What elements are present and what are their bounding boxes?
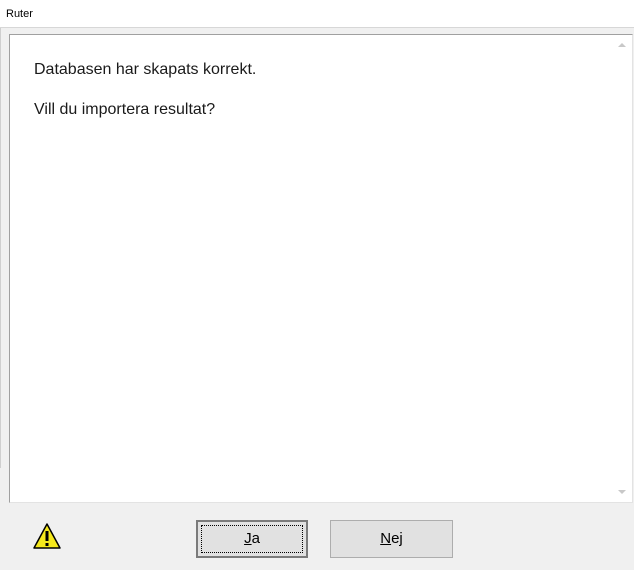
vertical-scrollbar[interactable] bbox=[615, 35, 632, 502]
yes-button-label: Ja bbox=[244, 530, 260, 547]
warning-icon bbox=[33, 523, 61, 549]
no-button[interactable]: Nej bbox=[330, 520, 453, 558]
chevron-up-icon[interactable] bbox=[618, 43, 626, 47]
no-button-label: Nej bbox=[380, 530, 403, 547]
message-dialog: Ruter Databasen har skapats korrekt. Vil… bbox=[0, 0, 634, 570]
message-text-area[interactable]: Databasen har skapats korrekt. Vill du i… bbox=[9, 34, 633, 503]
no-accelerator: N bbox=[380, 530, 392, 547]
yes-accelerator: J bbox=[244, 530, 252, 547]
yes-label-rest: a bbox=[251, 530, 260, 547]
window-left-edge bbox=[0, 28, 1, 468]
message-line-2: Vill du importera resultat? bbox=[34, 101, 216, 118]
title-bar[interactable]: Ruter bbox=[0, 0, 634, 28]
window-title: Ruter bbox=[6, 8, 33, 20]
chevron-down-icon[interactable] bbox=[618, 490, 626, 494]
yes-button[interactable]: Ja bbox=[196, 520, 308, 558]
message-line-1: Databasen har skapats korrekt. bbox=[34, 61, 257, 78]
no-label-rest: ej bbox=[391, 530, 403, 547]
